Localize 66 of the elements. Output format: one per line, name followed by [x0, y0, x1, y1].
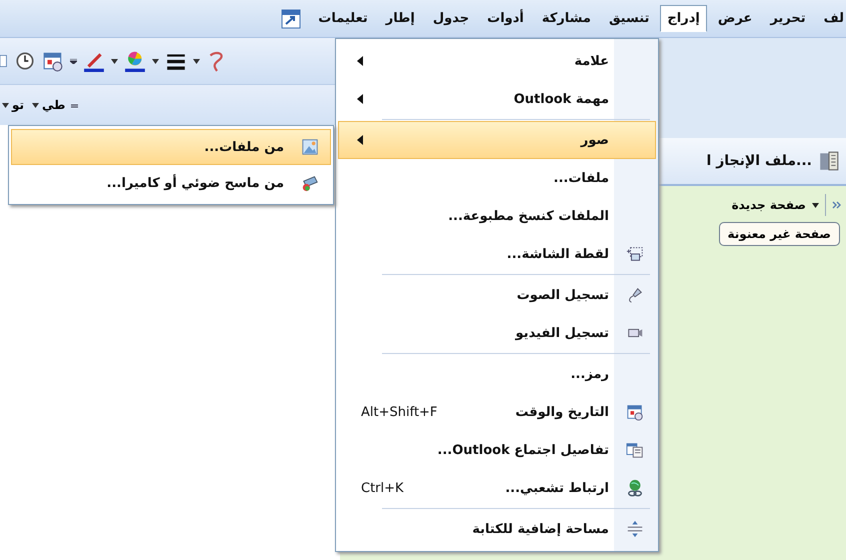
- menu-item-label: تسجيل الفيديو: [516, 326, 610, 340]
- menu-item[interactable]: لقطة الشاشة...: [338, 235, 656, 273]
- clock-icon[interactable]: [14, 50, 36, 72]
- menu-item[interactable]: ملفات...: [338, 159, 656, 197]
- menu-item-label: ارتباط تشعبي...: [505, 480, 610, 496]
- menu-item-label: علامة: [574, 54, 610, 68]
- menu-item-label: الملفات كنسخ مطبوعة...: [448, 208, 610, 224]
- screen-clip-icon: [626, 245, 644, 263]
- menu-bar-item[interactable]: مشاركة: [534, 5, 598, 32]
- menu-item-label: ملفات...: [554, 170, 610, 186]
- menu-item-label: صور: [580, 132, 610, 148]
- menu-item[interactable]: تسجيل الفيديو: [338, 314, 656, 352]
- chevron-icon[interactable]: [832, 200, 842, 210]
- picture-icon: [301, 138, 319, 156]
- menu-item-label: لقطة الشاشة...: [506, 246, 610, 262]
- menu-bar-item[interactable]: عرض: [710, 5, 760, 32]
- scanner-icon: [301, 174, 319, 192]
- menu-item-label: مهمة Outlook: [514, 92, 610, 106]
- toolbar-options-icon[interactable]: [70, 58, 77, 64]
- menu-item[interactable]: مهمة Outlook: [338, 80, 656, 118]
- menu-item[interactable]: الملفات كنسخ مطبوعة...: [338, 197, 656, 235]
- menu-bar-item[interactable]: تعليمات: [311, 5, 375, 32]
- menu-bar-item[interactable]: إدراج: [660, 5, 707, 32]
- window-icon[interactable]: [281, 8, 302, 28]
- submenu-item[interactable]: من ماسح ضوئي أو كاميرا...: [11, 165, 331, 201]
- menu-bar-item[interactable]: أدوات: [480, 5, 531, 32]
- menu-item-label: رمز...: [570, 366, 610, 382]
- menu-item[interactable]: علامة: [338, 42, 656, 80]
- caret-icon[interactable]: [193, 58, 200, 64]
- menu-item[interactable]: صور: [338, 121, 656, 159]
- menu-bar-item[interactable]: تنسيق: [602, 5, 656, 32]
- menu-item[interactable]: تفاصيل اجتماع Outlook...: [338, 431, 656, 469]
- new-page-button[interactable]: صفحة جديدة: [732, 198, 806, 212]
- shortcut-label: Ctrl+K: [361, 480, 404, 496]
- menu-item[interactable]: رمز...: [338, 355, 656, 393]
- menu-item-label: من ملفات...: [204, 140, 285, 154]
- menu-bar-item[interactable]: جدول: [426, 5, 476, 32]
- menu-item-label: من ماسح ضوئي أو كاميرا...: [106, 176, 285, 190]
- caret-icon[interactable]: [111, 58, 118, 64]
- caret-icon[interactable]: [32, 102, 40, 108]
- notebook-icon[interactable]: [818, 150, 840, 172]
- menu-item-label: مساحة إضافية للكتابة: [472, 522, 610, 536]
- toolbar-dropdown[interactable]: تو: [0, 98, 26, 112]
- menu-item-label: تسجيل الصوت: [516, 288, 610, 302]
- menu-bar-item[interactable]: تحرير: [763, 5, 813, 32]
- toolbar-options-icon[interactable]: [71, 102, 78, 108]
- calendar-clock-icon: [626, 403, 644, 421]
- menu-item[interactable]: تسجيل الصوت: [338, 276, 656, 314]
- caret-icon[interactable]: [812, 202, 819, 208]
- color-wheel-icon[interactable]: [124, 50, 146, 72]
- microphone-icon: [626, 286, 644, 304]
- menu-bar-item[interactable]: لف: [816, 5, 846, 32]
- globe-link-icon: [626, 479, 644, 497]
- submenu-item[interactable]: من ملفات...: [11, 129, 331, 165]
- toolbar-dropdown[interactable]: طي: [30, 98, 68, 112]
- meeting-details-icon: [626, 441, 644, 459]
- menu-item-label: تفاصيل اجتماع Outlook...: [437, 442, 610, 458]
- shortcut-label: Alt+Shift+F: [361, 404, 438, 420]
- caret-icon[interactable]: [152, 58, 159, 64]
- menu-bar-item[interactable]: إطار: [378, 5, 422, 32]
- page-tab[interactable]: صفحة غير معنونة: [718, 222, 840, 246]
- caret-icon[interactable]: [2, 102, 9, 108]
- expand-space-icon: [626, 520, 644, 538]
- notebook-title[interactable]: ملف الإنجاز ا...: [706, 153, 812, 169]
- menu-item-label: التاريخ والوقت: [515, 404, 610, 420]
- menu-item[interactable]: مساحة إضافية للكتابة: [338, 510, 656, 548]
